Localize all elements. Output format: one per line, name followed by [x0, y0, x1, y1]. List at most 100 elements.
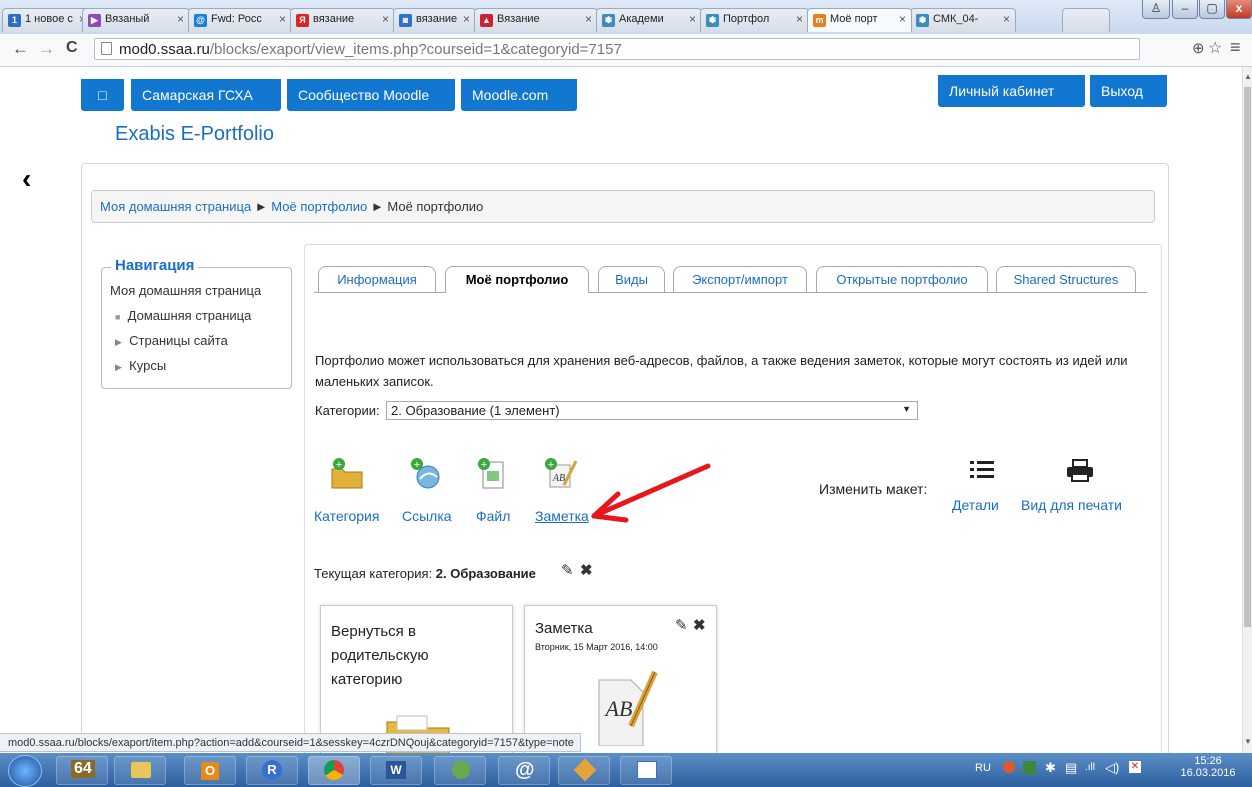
nav-item-home-page[interactable]: ■ Домашняя страница — [115, 308, 251, 323]
windows-taskbar: 64 O R W @ RU ✱ ▤ .ıll ◁) ✕ 15:26 16.03.… — [0, 753, 1252, 787]
reload-icon[interactable]: C — [66, 39, 78, 57]
add-note-icon[interactable]: AB + — [542, 457, 578, 491]
card-note[interactable]: Заметка ✎ ✖ Вторник, 15 Март 2016, 14:00… — [524, 605, 717, 753]
list-details-icon[interactable] — [968, 458, 996, 484]
browser-tab[interactable]: ▶ Вязаный × — [82, 8, 190, 32]
network-icon[interactable]: ▤ — [1065, 760, 1077, 776]
browser-tab[interactable]: ❃ СМК_04- × — [910, 8, 1016, 32]
close-tab-icon[interactable]: × — [689, 12, 696, 26]
maximize-button[interactable]: ▢ — [1199, 0, 1225, 19]
taskbar-app-leaf[interactable] — [434, 756, 486, 785]
browser-tab[interactable]: ❃ Портфол × — [700, 8, 809, 32]
url-input[interactable]: mod0.ssaa.ru/blocks/exaport/view_items.p… — [94, 38, 1140, 60]
forward-icon[interactable]: → — [38, 39, 55, 59]
edit-note-pencil-icon[interactable]: ✎ — [675, 616, 688, 634]
folder-icon — [131, 762, 151, 778]
add-file-link[interactable]: Файл — [476, 508, 510, 524]
nav-moodle-community-button[interactable]: Сообщество Moodle — [287, 79, 455, 111]
taskbar-explorer[interactable] — [114, 756, 166, 785]
nav-my-home-link[interactable]: Моя домашняя страница — [110, 283, 261, 298]
back-icon[interactable]: ← — [12, 39, 29, 59]
tab-open-portfolios[interactable]: Открытые портфолио — [816, 266, 988, 292]
category-select[interactable]: 2. Образование (1 элемент) ▼ — [386, 401, 918, 420]
browser-tab[interactable]: ❃ Академи × — [596, 8, 702, 32]
new-tab-button[interactable] — [1062, 8, 1110, 32]
user-icon[interactable]: ♙ — [1142, 0, 1170, 19]
tab-my-portfolio[interactable]: Моё портфолио — [445, 266, 589, 293]
add-category-icon[interactable]: + — [330, 457, 364, 491]
tab-views[interactable]: Виды — [598, 266, 665, 292]
tab-shared-structures[interactable]: Shared Structures — [996, 266, 1136, 292]
home-menu-button[interactable]: □ — [81, 79, 124, 111]
close-tab-icon[interactable]: × — [463, 12, 470, 26]
add-link-icon[interactable]: + — [408, 457, 442, 491]
tray-app-icon[interactable] — [1023, 761, 1036, 774]
at-icon: @ — [515, 759, 535, 781]
browser-tab[interactable]: m Моё порт × — [807, 8, 912, 32]
browser-tab-strip: 1 1 новое с × ▶ Вязаный × @ Fwd: Росс × Явязание ×… — [0, 0, 1252, 34]
nav-item-courses[interactable]: ▶ Курсы — [115, 358, 166, 373]
bullet-icon: ■ — [115, 312, 121, 322]
layout-details-link[interactable]: Детали — [952, 497, 999, 513]
action-center-icon[interactable]: ✕ — [1129, 761, 1141, 773]
nav-moodle-com-button[interactable]: Moodle.com — [461, 79, 577, 111]
start-button[interactable] — [8, 755, 42, 787]
close-tab-icon[interactable]: × — [1003, 12, 1010, 26]
nav-samara-button[interactable]: Самарская ГСХА — [131, 79, 281, 111]
taskbar-chrome[interactable] — [308, 756, 360, 785]
zoom-icon[interactable]: ⊕ — [1192, 39, 1205, 57]
browser-menu-icon[interactable]: ≡ — [1230, 37, 1241, 58]
minimize-button[interactable]: – — [1172, 0, 1198, 19]
taskbar-outlook[interactable]: O — [184, 756, 236, 785]
bookmark-star-icon[interactable]: ☆ — [1208, 38, 1222, 58]
layout-print-link[interactable]: Вид для печати — [1021, 497, 1122, 513]
add-link-link[interactable]: Ссылка — [402, 508, 452, 524]
language-indicator[interactable]: RU — [975, 762, 991, 774]
taskbar-app-64[interactable]: 64 — [56, 756, 108, 785]
browser-tab[interactable]: Явязание × — [290, 8, 395, 32]
clock[interactable]: 15:26 16.03.2016 — [1178, 755, 1238, 779]
edit-category-pencil-icon[interactable]: ✎ — [561, 561, 574, 579]
nav-item-site-pages[interactable]: ▶ Страницы сайта — [115, 333, 228, 348]
print-icon[interactable] — [1065, 458, 1095, 484]
volume-icon[interactable]: ◁) — [1105, 760, 1119, 776]
bluetooth-icon[interactable]: ✱ — [1045, 760, 1056, 776]
browser-tab[interactable]: ◙ вязание × — [393, 8, 476, 32]
url-host: mod0.ssaa.ru — [119, 41, 210, 58]
close-tab-icon[interactable]: × — [796, 12, 803, 26]
tab-information[interactable]: Информация — [318, 266, 436, 292]
tray-app-icon[interactable] — [1003, 761, 1015, 773]
tab-export-import[interactable]: Экспорт/импорт — [673, 266, 807, 292]
add-file-icon[interactable]: + — [475, 457, 509, 491]
delete-note-x-icon[interactable]: ✖ — [693, 616, 706, 634]
signal-icon[interactable]: .ıll — [1085, 762, 1095, 773]
browser-tab[interactable]: @ Fwd: Росс × — [188, 8, 292, 32]
close-tab-icon[interactable]: × — [382, 12, 389, 26]
taskbar-app-draw[interactable] — [620, 756, 672, 785]
close-tab-icon[interactable]: × — [177, 12, 184, 26]
taskbar-word[interactable]: W — [370, 756, 422, 785]
close-tab-icon[interactable]: × — [279, 12, 286, 26]
page-scrollbar[interactable]: ▲ ▼ — [1242, 67, 1252, 753]
close-tab-icon[interactable]: × — [899, 12, 906, 26]
scroll-up-icon[interactable]: ▲ — [1244, 72, 1252, 81]
browser-tab-label: Fwd: Росс — [211, 13, 262, 25]
scroll-thumb[interactable] — [1244, 87, 1251, 627]
add-category-link[interactable]: Категория — [314, 508, 379, 524]
logout-button[interactable]: Выход — [1090, 75, 1167, 107]
taskbar-app-paint[interactable] — [558, 756, 610, 785]
breadcrumb-home[interactable]: Моя домашняя страница — [100, 199, 251, 214]
chevron-left-icon[interactable]: ‹ — [22, 163, 31, 195]
personal-cabinet-button[interactable]: Личный кабинет — [938, 75, 1085, 107]
taskbar-app-r[interactable]: R — [246, 756, 298, 785]
status-url-bar: mod0.ssaa.ru/blocks/exaport/item.php?act… — [0, 733, 581, 752]
taskbar-mail-agent[interactable]: @ — [498, 756, 550, 785]
browser-tab[interactable]: ▲ Вязание × — [474, 8, 598, 32]
browser-tab[interactable]: 11 новое с× — [2, 8, 92, 32]
delete-category-x-icon[interactable]: ✖ — [580, 561, 593, 579]
scroll-down-icon[interactable]: ▼ — [1244, 737, 1252, 746]
card-back-to-parent[interactable]: Вернуться в родительскую категорию — [320, 605, 513, 753]
close-tab-icon[interactable]: × — [585, 12, 592, 26]
breadcrumb-portfolio[interactable]: Моё портфолио — [271, 199, 367, 214]
close-window-button[interactable]: x — [1226, 0, 1252, 19]
